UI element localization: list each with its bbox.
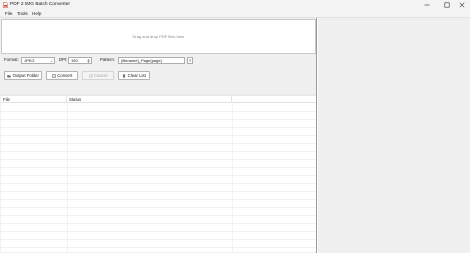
convert-label: Convert	[57, 73, 73, 78]
maximize-icon	[444, 2, 450, 8]
menu-tools[interactable]: Tools	[17, 11, 28, 16]
menu-bar: File Tools Help	[0, 10, 470, 18]
convert-button[interactable]: Convert	[46, 71, 78, 80]
trash-icon	[122, 74, 126, 78]
minimize-button[interactable]	[418, 0, 435, 10]
pattern-label: Pattern:	[100, 57, 116, 62]
drop-zone-label: Drag and drop PDF files here	[132, 34, 185, 39]
table-row	[1, 167, 316, 168]
table-row	[1, 135, 316, 136]
table-row	[1, 223, 316, 224]
title-bar: PDF 2 IMG Batch Converter	[0, 0, 470, 10]
close-icon	[459, 2, 464, 8]
dpi-value: 150	[71, 58, 78, 63]
pattern-value: {filename}_Page{page}	[121, 58, 162, 63]
table-row	[1, 215, 316, 216]
table-row	[1, 111, 316, 112]
dpi-spinbox[interactable]: 150	[68, 57, 92, 64]
table-row	[1, 191, 316, 192]
output-folder-label: Output Folder	[12, 73, 39, 78]
cancel-label: Cancel	[94, 73, 108, 78]
pattern-help-button[interactable]: ?	[187, 57, 193, 64]
format-value: JPEG	[24, 58, 35, 63]
pattern-input[interactable]: {filename}_Page{page}	[118, 57, 185, 64]
convert-icon	[51, 73, 56, 78]
main-panel: Drag and drop PDF files here Format: JPE…	[0, 18, 317, 253]
table-row	[1, 239, 316, 240]
output-folder-button[interactable]: Output Folder	[4, 71, 42, 80]
table-row	[1, 175, 316, 176]
app-icon	[3, 2, 8, 8]
file-table[interactable]: File Status	[1, 94, 316, 252]
clear-list-button[interactable]: Clear List	[118, 71, 150, 80]
format-label: Format:	[4, 57, 19, 62]
table-row	[1, 247, 316, 248]
menu-help[interactable]: Help	[32, 11, 41, 16]
window-title: PDF 2 IMG Batch Converter	[10, 2, 70, 7]
clear-list-label: Clear List	[127, 73, 146, 78]
close-button[interactable]	[453, 0, 470, 10]
column-divider	[232, 103, 233, 252]
column-header-status[interactable]: Status	[67, 96, 232, 103]
cancel-button[interactable]: Cancel	[82, 71, 114, 80]
table-row	[1, 231, 316, 232]
spin-arrows-icon	[87, 58, 90, 63]
folder-icon	[7, 74, 11, 77]
column-header-file[interactable]: File	[1, 96, 67, 103]
dpi-label: DPI:	[59, 57, 68, 62]
chevron-down-icon: ⌄	[49, 58, 53, 63]
table-row	[1, 127, 316, 128]
column-header-filler	[232, 96, 316, 103]
drop-zone[interactable]: Drag and drop PDF files here	[1, 19, 316, 54]
table-row	[1, 151, 316, 152]
table-row	[1, 119, 316, 120]
table-row	[1, 207, 316, 208]
table-row	[1, 183, 316, 184]
table-row	[1, 143, 316, 144]
menu-file[interactable]: File	[5, 11, 12, 16]
format-select[interactable]: JPEG ⌄	[21, 57, 55, 64]
column-divider	[67, 103, 68, 252]
table-row	[1, 159, 316, 160]
cancel-icon	[88, 73, 93, 78]
table-row	[1, 199, 316, 200]
minimize-icon	[424, 4, 429, 6]
preview-panel	[318, 18, 470, 253]
